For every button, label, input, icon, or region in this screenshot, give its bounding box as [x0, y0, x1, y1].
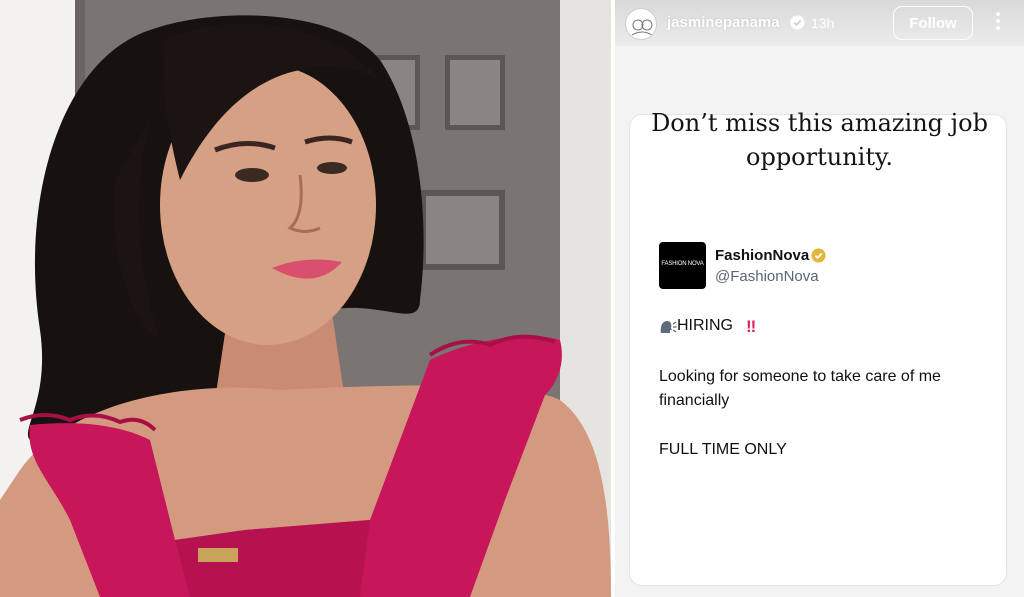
story-headline: Don’t miss this amazing job opportunity.	[615, 106, 1024, 174]
headline-line-1: Don’t miss this amazing job	[651, 109, 988, 137]
user-avatar[interactable]	[625, 8, 657, 40]
story-username[interactable]: jasminepanama	[667, 14, 780, 31]
hiring-text: HIRING	[677, 317, 733, 334]
fashionnova-logo[interactable]: FASHION NOVA	[659, 242, 706, 289]
tweet-handle[interactable]: @FashionNova	[715, 268, 819, 285]
gold-verified-badge-icon	[811, 248, 826, 263]
logo-text: FASHION NOVA	[661, 261, 704, 267]
tweet-body-line-2: financially	[659, 392, 730, 409]
tweet-body-line-1: Looking for someone to take care of me	[659, 368, 941, 385]
story-timestamp: 13h	[811, 15, 835, 31]
verified-badge-icon	[790, 15, 805, 30]
woman-photo	[0, 0, 611, 597]
tweet-display-name[interactable]: FashionNova	[715, 247, 809, 264]
follow-button[interactable]: Follow	[893, 6, 973, 40]
more-options-icon[interactable]	[993, 9, 1003, 37]
photo-illustration	[0, 0, 611, 597]
instagram-story: jasminepanama 13h Follow Don’t miss this…	[615, 0, 1024, 597]
headline-line-2: opportunity.	[746, 143, 893, 171]
tweet-body-line-3: FULL TIME ONLY	[659, 441, 787, 458]
tweet-card	[630, 115, 1006, 585]
double-exclamation-icon: ‼	[746, 317, 756, 336]
speaking-head-icon	[660, 321, 677, 333]
